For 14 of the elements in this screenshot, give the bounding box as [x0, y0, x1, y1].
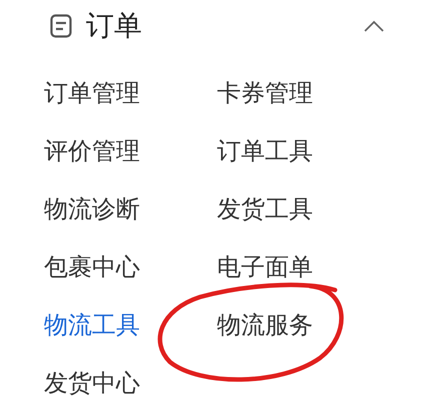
menu-item[interactable]: 包裹中心 — [44, 251, 140, 283]
menu-item[interactable]: 订单管理 — [44, 77, 140, 109]
menu-item[interactable]: 发货中心 — [44, 367, 140, 399]
document-icon — [50, 14, 72, 38]
menu-item[interactable]: 卡券管理 — [217, 77, 313, 109]
menu-item[interactable]: 评价管理 — [44, 135, 140, 167]
menu-item[interactable]: 电子面单 — [217, 251, 313, 283]
menu-item[interactable]: 物流服务 — [217, 309, 313, 341]
menu-item[interactable]: 发货工具 — [217, 193, 313, 225]
section-title: 订单 — [86, 8, 143, 44]
chevron-icon[interactable] — [363, 19, 385, 33]
menu-item[interactable]: 物流诊断 — [44, 193, 140, 225]
menu-item[interactable]: 物流工具 — [44, 309, 140, 341]
menu-item[interactable]: 订单工具 — [217, 135, 313, 167]
